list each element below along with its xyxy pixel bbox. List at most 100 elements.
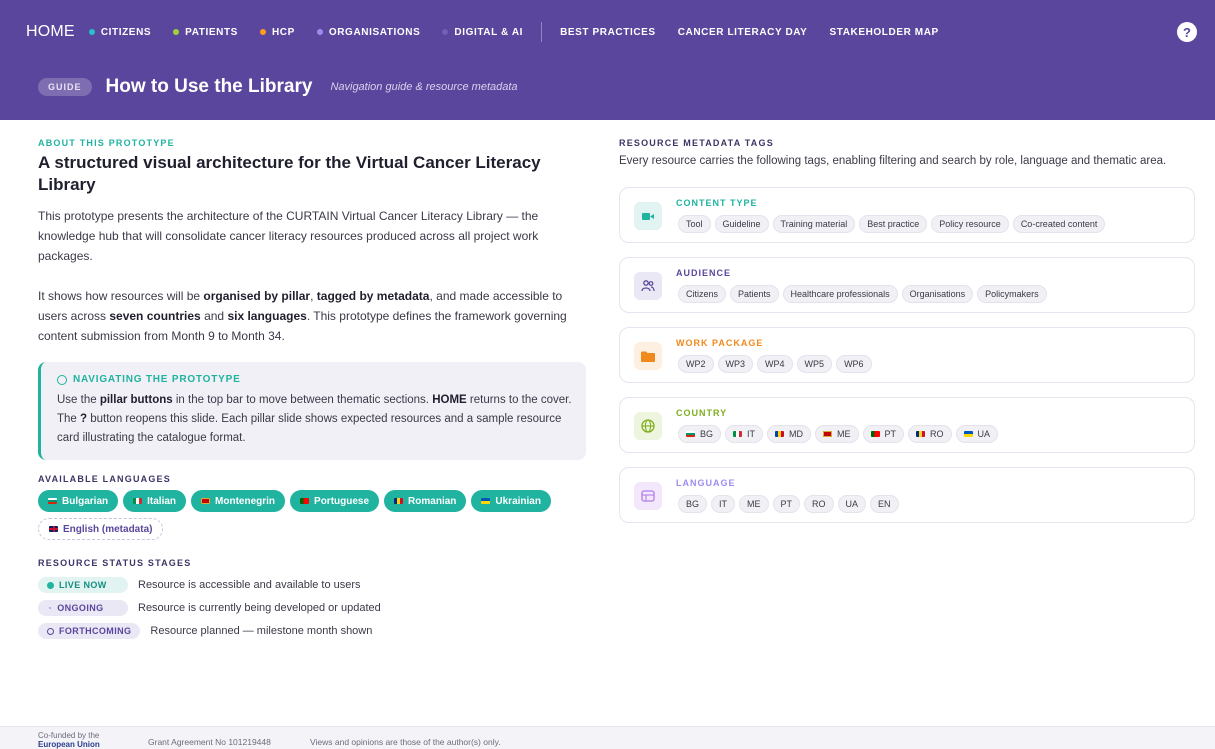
tag[interactable]: PT <box>772 495 801 513</box>
tag-ua[interactable]: UA <box>955 425 999 443</box>
tag-label: UA <box>977 429 991 439</box>
callout-body: Use the pillar buttons in the top bar to… <box>57 391 572 448</box>
card-title: COUNTRY <box>676 408 728 418</box>
nav-citizens[interactable]: CITIZENS <box>88 27 151 38</box>
bulgaria-flag-icon <box>48 498 57 504</box>
organisations-dot-icon <box>316 29 323 35</box>
italy-flag-icon <box>133 498 143 504</box>
tag[interactable]: WP3 <box>717 355 754 373</box>
language-list: Bulgarian Italian Montenegrin Portuguese… <box>38 490 558 540</box>
tag[interactable]: ME <box>739 495 769 513</box>
tag[interactable]: RO <box>804 495 834 513</box>
nav-home[interactable]: HOME <box>26 23 75 41</box>
guide-badge: GUIDE <box>38 78 92 96</box>
nav-digital-ai-label: DIGITAL & AI <box>454 26 524 38</box>
nav-digital-ai[interactable]: DIGITAL & AI <box>442 27 523 38</box>
uk-flag-icon <box>49 526 58 532</box>
right-column: RESOURCE METADATA TAGS Every resource ca… <box>619 138 1195 537</box>
tag-me[interactable]: ME <box>815 425 859 443</box>
tag[interactable]: Healthcare professionals <box>782 285 898 303</box>
montenegro-flag-icon <box>201 498 211 504</box>
callout-title: NAVIGATING THE PROTOTYPE <box>73 374 241 385</box>
nav-organisations[interactable]: ORGANISATIONS <box>316 26 421 38</box>
language-pill-romanian[interactable]: Romanian <box>384 490 467 512</box>
tag[interactable]: Policy resource <box>931 215 1009 233</box>
tag[interactable]: WP6 <box>836 355 872 373</box>
status-badge-live: LIVE NOW <box>38 577 128 593</box>
status-description: Resource is currently being developed or… <box>138 602 381 614</box>
tag[interactable]: Best practice <box>859 215 928 233</box>
tag[interactable]: Tool <box>678 215 711 233</box>
eu-cofunding: Co-funded by the European Union <box>38 731 100 749</box>
language-pill-english-metadata[interactable]: English (metadata) <box>38 518 164 540</box>
patients-dot-icon <box>173 29 180 35</box>
language-pill-italian[interactable]: Italian <box>123 490 187 512</box>
nav-hcp[interactable]: HCP <box>259 27 295 38</box>
p2-text-g: and <box>200 309 228 323</box>
bulgaria-flag-icon <box>686 431 695 437</box>
tag[interactable]: IT <box>711 495 736 513</box>
about-headline: A structured visual architecture for the… <box>38 153 541 194</box>
tag[interactable]: Training material <box>772 215 856 233</box>
digital-ai-dot-icon <box>442 29 449 35</box>
languages-section: AVAILABLE LANGUAGES Bulgarian Italian Mo… <box>38 474 588 540</box>
tag[interactable]: Citizens <box>678 285 727 303</box>
tag[interactable]: Policymakers <box>977 285 1047 303</box>
tag-md[interactable]: MD <box>767 425 812 443</box>
help-button[interactable]: ? <box>1177 22 1197 42</box>
grant-agreement: Grant Agreement No 101219448 <box>148 737 271 747</box>
tag-ro[interactable]: RO <box>908 425 952 443</box>
language-tags: BG IT ME PT RO UA EN <box>678 495 899 513</box>
metadata-eyebrow: RESOURCE METADATA TAGS <box>619 138 774 148</box>
languages-heading: AVAILABLE LANGUAGES <box>38 474 171 484</box>
metadata-cards: CONTENT TYPE Tool Guideline Training mat… <box>619 187 1195 523</box>
status-description: Resource is accessible and available to … <box>138 579 361 591</box>
metadata-description: Every resource carries the following tag… <box>619 155 1167 167</box>
live-dot-icon <box>47 581 54 589</box>
portugal-flag-icon <box>300 498 310 504</box>
tag-pt[interactable]: PT <box>862 425 905 443</box>
nav-best-practices[interactable]: BEST PRACTICES <box>560 27 656 38</box>
card-title: CONTENT TYPE <box>676 198 758 208</box>
language-pill-bulgarian[interactable]: Bulgarian <box>38 490 119 512</box>
tag[interactable]: Co-created content <box>1012 215 1106 233</box>
montenegro-flag-icon <box>823 431 833 437</box>
tag-label: PT <box>884 429 897 439</box>
status-description: Resource planned — milestone month shown <box>150 625 373 637</box>
nav-patients[interactable]: PATIENTS <box>173 27 238 38</box>
status-label: ONGOING <box>57 603 104 613</box>
page-title: How to Use the Library <box>105 76 313 97</box>
p2-text-c: , <box>310 289 317 303</box>
tag[interactable]: Guideline <box>714 215 769 233</box>
tag[interactable]: WP4 <box>757 355 793 373</box>
tag-label: ME <box>837 429 851 439</box>
nav-organisations-label: ORGANISATIONS <box>328 26 421 38</box>
language-pill-montenegrin[interactable]: Montenegrin <box>191 490 286 512</box>
tag[interactable]: UA <box>837 495 867 513</box>
tag-bg[interactable]: BG <box>678 425 722 443</box>
portugal-flag-icon <box>870 431 880 437</box>
italy-flag-icon <box>733 431 743 437</box>
metadata-card-country: COUNTRY BG IT MD ME PT RO UA <box>619 397 1195 453</box>
tag[interactable]: WP2 <box>678 355 714 373</box>
tag[interactable]: Patients <box>730 285 779 303</box>
tag[interactable]: EN <box>870 495 899 513</box>
language-pill-portuguese[interactable]: Portuguese <box>290 490 380 512</box>
tag[interactable]: WP5 <box>796 355 833 373</box>
language-label: Romanian <box>408 495 457 507</box>
language-pill-ukrainian[interactable]: Ukrainian <box>471 490 551 512</box>
card-title: LANGUAGE <box>676 478 736 488</box>
status-heading: RESOURCE STATUS STAGES <box>38 558 192 568</box>
callout-bold-home: HOME <box>432 394 467 406</box>
nav-cancer-literacy-day[interactable]: CANCER LITERACY DAY <box>678 27 808 38</box>
citizens-dot-icon <box>88 29 95 35</box>
language-label: Montenegrin <box>215 495 276 507</box>
metadata-card-language: LANGUAGE BG IT ME PT RO UA EN <box>619 467 1195 523</box>
callout-heading: NAVIGATING THE PROTOTYPE <box>57 374 572 385</box>
tag-label: BG <box>700 429 714 439</box>
tag-it[interactable]: IT <box>725 425 764 443</box>
romania-flag-icon <box>394 498 404 504</box>
nav-stakeholder-map[interactable]: STAKEHOLDER MAP <box>829 27 938 38</box>
tag[interactable]: Organisations <box>901 285 974 303</box>
tag[interactable]: BG <box>678 495 708 513</box>
